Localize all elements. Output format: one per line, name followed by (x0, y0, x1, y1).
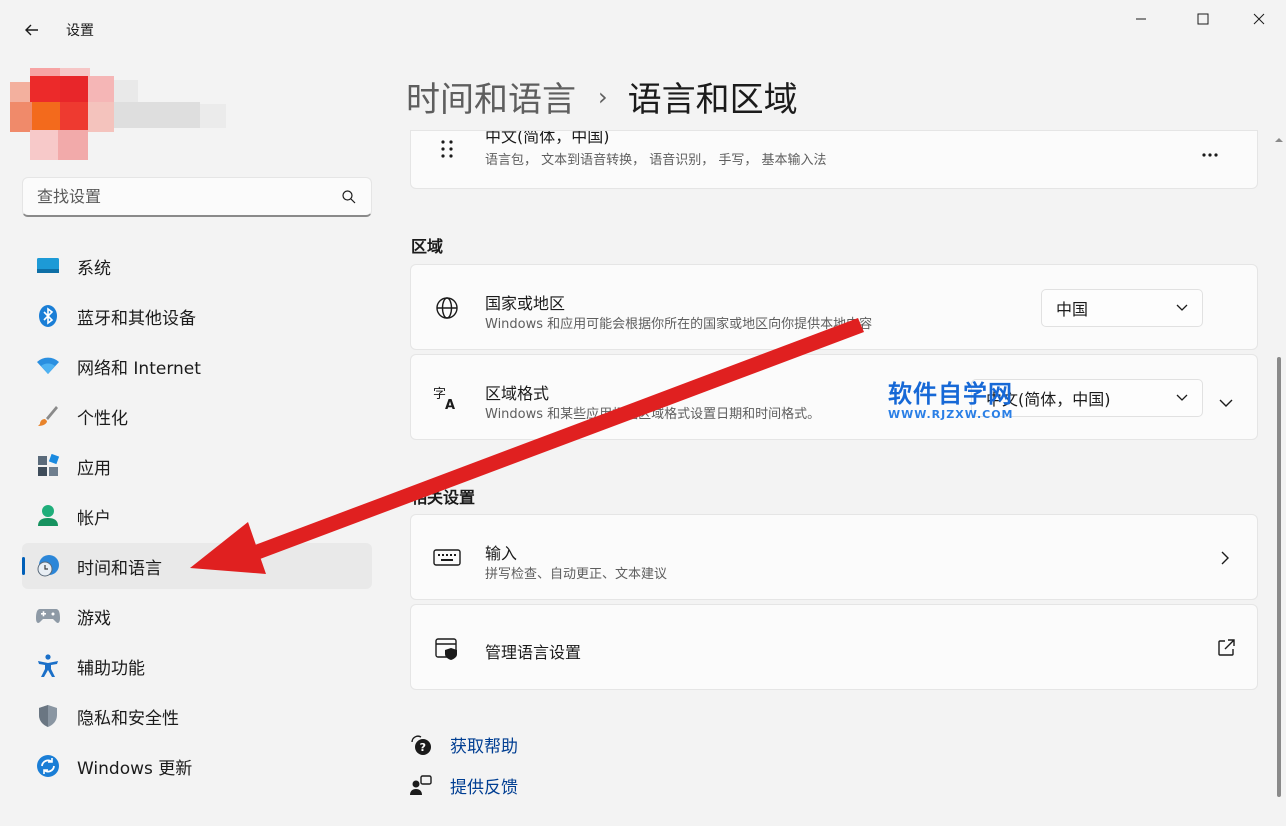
sidebar-item-time-language[interactable]: 时间和语言 (22, 543, 372, 589)
brush-icon (36, 404, 60, 428)
sidebar-item-label: 游戏 (77, 604, 111, 629)
watermark-url: WWW.RJZXW.COM (888, 408, 1038, 421)
sidebar-item-label: 辅助功能 (77, 654, 145, 679)
sidebar-item-personalization[interactable]: 个性化 (22, 393, 372, 439)
bluetooth-icon (36, 304, 60, 328)
sidebar-item-label: 个性化 (77, 404, 128, 429)
svg-text:A: A (445, 398, 455, 411)
gamepad-icon (36, 604, 60, 628)
sidebar-item-network[interactable]: 网络和 Internet (22, 343, 372, 389)
close-button[interactable] (1236, 4, 1282, 34)
title-bar: 设置 (0, 0, 1286, 58)
section-related-settings: 相关设置 (411, 484, 475, 508)
sidebar-item-windows-update[interactable]: Windows 更新 (22, 743, 372, 789)
sidebar-item-privacy[interactable]: 隐私和安全性 (22, 693, 372, 739)
sidebar-item-system[interactable]: 系统 (22, 243, 372, 289)
input-title: 输入 (485, 540, 517, 564)
svg-text:?: ? (420, 741, 426, 754)
country-title: 国家或地区 (485, 290, 565, 314)
admin-language-card[interactable]: 管理语言设置 (410, 604, 1258, 690)
regional-format-card[interactable]: 字A 区域格式 Windows 和某些应用根据区域格式设置日期和时间格式。 中文… (410, 354, 1258, 440)
input-desc: 拼写检查、自动更正、文本建议 (485, 563, 667, 582)
sidebar-nav: 系统 蓝牙和其他设备 网络和 Internet 个性化 应用 帐户 时间和语 (22, 243, 372, 793)
give-feedback-label: 提供反馈 (450, 773, 518, 798)
app-title: 设置 (66, 20, 94, 40)
system-icon (36, 254, 60, 278)
sidebar-item-gaming[interactable]: 游戏 (22, 593, 372, 639)
watermark-title: 软件自学网 (888, 380, 1038, 408)
sidebar-item-label: 时间和语言 (77, 554, 162, 579)
breadcrumb-parent[interactable]: 时间和语言 (406, 72, 576, 121)
sidebar-item-label: 网络和 Internet (77, 354, 201, 379)
regional-format-desc: Windows 和某些应用根据区域格式设置日期和时间格式。 (485, 403, 820, 422)
breadcrumb: 时间和语言 › 语言和区域 (406, 72, 798, 121)
account-avatar[interactable] (10, 68, 240, 160)
search-box[interactable] (22, 177, 372, 217)
sidebar-item-label: 应用 (77, 454, 111, 479)
sidebar-item-label: 隐私和安全性 (77, 704, 179, 729)
get-help-label: 获取帮助 (450, 732, 518, 757)
chevron-down-icon (1176, 394, 1188, 402)
open-external-icon (1217, 639, 1235, 661)
feedback-icon (410, 775, 432, 797)
drag-handle-icon[interactable] (433, 135, 461, 163)
country-value: 中国 (1056, 296, 1088, 320)
sidebar-item-label: 蓝牙和其他设备 (77, 304, 196, 329)
expand-chevron-icon[interactable] (1219, 393, 1233, 412)
account-icon (36, 504, 60, 528)
more-options-icon[interactable] (1201, 143, 1219, 162)
sidebar-item-accessibility[interactable]: 辅助功能 (22, 643, 372, 689)
wifi-icon (36, 354, 60, 378)
time-language-icon (36, 554, 60, 578)
update-icon (36, 754, 60, 778)
country-region-card: 国家或地区 Windows 和应用可能会根据你所在的国家或地区向你提供本地内容 … (410, 264, 1258, 350)
section-region: 区域 (411, 233, 443, 257)
admin-shield-icon (433, 634, 461, 662)
input-settings-card[interactable]: 输入 拼写检查、自动更正、文本建议 (410, 514, 1258, 600)
apps-icon (36, 454, 60, 478)
search-icon[interactable] (341, 189, 357, 205)
sidebar-item-accounts[interactable]: 帐户 (22, 493, 372, 539)
get-help-link[interactable]: ? 获取帮助 (410, 732, 518, 757)
watermark: 软件自学网 WWW.RJZXW.COM (888, 380, 1038, 421)
scroll-thumb[interactable] (1277, 357, 1281, 797)
admin-language-title: 管理语言设置 (485, 639, 581, 663)
accessibility-icon (36, 654, 60, 678)
chevron-right-icon (1221, 550, 1230, 569)
country-dropdown[interactable]: 中国 (1041, 289, 1203, 327)
breadcrumb-separator-icon: › (598, 83, 608, 111)
keyboard-icon (433, 544, 461, 572)
sidebar-item-label: 系统 (77, 254, 111, 279)
page-title: 语言和区域 (628, 72, 798, 121)
shield-icon (36, 704, 60, 728)
sidebar-item-bluetooth[interactable]: 蓝牙和其他设备 (22, 293, 372, 339)
minimize-icon (1135, 13, 1147, 25)
close-icon (1253, 13, 1265, 25)
back-arrow-icon (24, 22, 40, 38)
chevron-down-icon (1176, 304, 1188, 312)
content-scrollbar[interactable] (1275, 132, 1283, 822)
language-name: 中文(简体，中国) (485, 130, 610, 147)
search-input[interactable] (37, 187, 341, 206)
regional-format-title: 区域格式 (485, 380, 549, 404)
sidebar-item-label: Windows 更新 (77, 754, 192, 779)
language-features: 语言包， 文本到语音转换， 语音识别， 手写， 基本输入法 (485, 149, 827, 168)
minimize-button[interactable] (1118, 4, 1164, 34)
globe-icon (433, 294, 461, 322)
language-format-icon: 字A (433, 384, 461, 412)
scroll-up-icon[interactable] (1275, 136, 1283, 144)
maximize-button[interactable] (1180, 4, 1226, 34)
sidebar-item-label: 帐户 (77, 504, 111, 529)
back-button[interactable] (18, 16, 46, 44)
country-desc: Windows 和应用可能会根据你所在的国家或地区向你提供本地内容 (485, 313, 872, 332)
give-feedback-link[interactable]: 提供反馈 (410, 773, 518, 798)
sidebar-item-apps[interactable]: 应用 (22, 443, 372, 489)
language-card[interactable]: 中文(简体，中国) 语言包， 文本到语音转换， 语音识别， 手写， 基本输入法 (410, 130, 1258, 189)
maximize-icon (1197, 13, 1209, 25)
help-icon: ? (410, 734, 432, 756)
